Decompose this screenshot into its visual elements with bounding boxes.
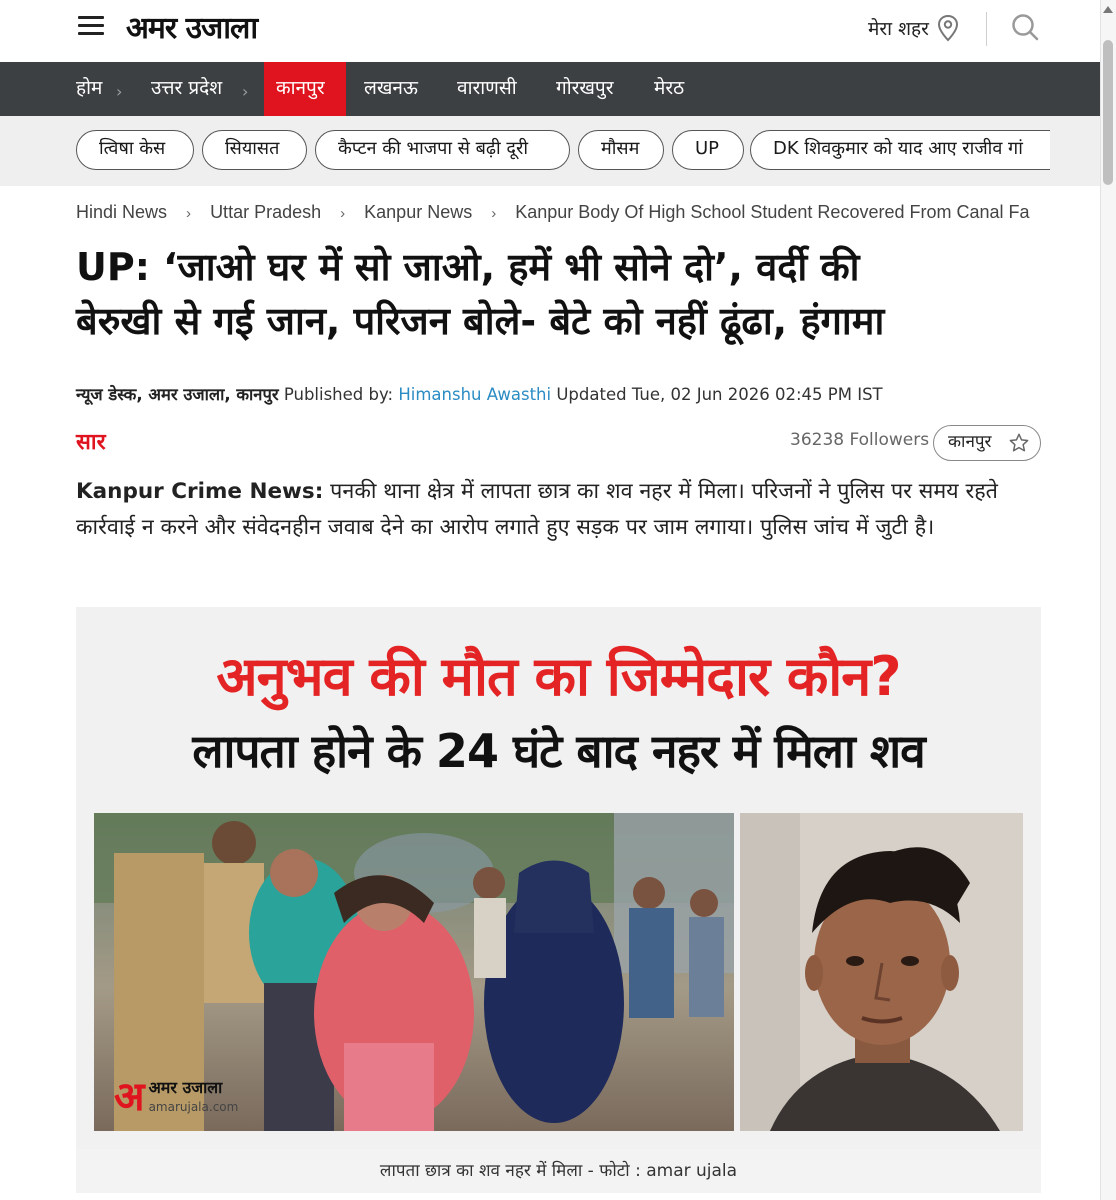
headline-line: बेरुखी से गई जान, परिजन बोले- बेटे को नह… (76, 299, 885, 343)
headline-line: UP: ‘जाओ घर में सो जाओ, हमें भी सोने दो’… (76, 245, 860, 289)
nav-item-gorakhpur[interactable]: गोरखपुर (544, 62, 626, 116)
article-headline: UP: ‘जाओ घर में सो जाओ, हमें भी सोने दो’… (76, 240, 1046, 348)
breadcrumb: Hindi News › Uttar Pradesh › Kanpur News… (76, 202, 1042, 228)
byline-updated: Updated Tue, 02 Jun 2026 02:45 PM IST (556, 385, 883, 404)
victim-portrait (740, 813, 1023, 1131)
nav-item-varanasi[interactable]: वाराणसी (445, 62, 529, 116)
menu-icon[interactable] (78, 16, 104, 36)
chevron-right-icon: › (116, 82, 123, 101)
watermark-text: अमर उजाला amarujala.com (148, 1077, 239, 1116)
image-caption: लापता छात्र का शव नहर में मिला - फोटो : … (76, 1149, 1041, 1193)
chevron-right-icon: › (491, 205, 497, 222)
followers-count: 36238 Followers (790, 430, 930, 450)
summary-lead: Kanpur Crime News: (76, 479, 324, 504)
scroll-up-arrow-icon[interactable] (1103, 6, 1113, 13)
breadcrumb-link[interactable]: Uttar Pradesh (210, 202, 321, 223)
protest-photo: अ अमर उजाला amarujala.com (94, 813, 734, 1131)
breadcrumb-link[interactable]: Hindi News (76, 202, 167, 223)
image-subheadline-text: लापता होने के 24 घंटे बाद नहर में मिला श… (192, 724, 925, 778)
victim-portrait-illustration (740, 813, 1023, 1131)
tag-pill[interactable]: UP (672, 130, 744, 170)
scrollbar-thumb[interactable] (1103, 40, 1113, 185)
main-nav: होम › उत्तर प्रदेश › कानपुर लखनऊ वाराणसी… (0, 62, 1116, 116)
article-image[interactable]: अनुभव की मौत का जिम्मेदार कौन? लापता होन… (76, 607, 1041, 1149)
nav-item-meerut[interactable]: मेरठ (642, 62, 696, 116)
site-header: अमर उजाला मेरा शहर (0, 0, 1116, 62)
follow-city-label: कानपुर (948, 432, 992, 452)
chevron-right-icon: › (242, 82, 249, 101)
my-city-link[interactable]: मेरा शहर (868, 14, 959, 42)
byline-desk: न्यूज डेस्क, अमर उजाला, कानपुर (76, 385, 279, 404)
tag-pill[interactable]: त्विषा केस (76, 130, 194, 170)
watermark-logo-icon: अ (114, 1073, 145, 1120)
tag-pill[interactable]: मौसम (578, 130, 664, 170)
article-byline: न्यूज डेस्क, अमर उजाला, कानपुर Published… (76, 382, 883, 405)
tag-pill[interactable]: कैप्टन की भाजपा से बढ़ी दूरी (315, 130, 570, 170)
nav-item-home[interactable]: होम (64, 62, 114, 116)
trending-tags: त्विषा केस सियासत कैप्टन की भाजपा से बढ़… (0, 116, 1116, 186)
search-icon[interactable] (1010, 12, 1040, 42)
header-divider (986, 12, 987, 46)
chevron-right-icon: › (186, 205, 192, 222)
tag-pill[interactable]: सियासत (202, 130, 307, 170)
nav-item-uttar-pradesh[interactable]: उत्तर प्रदेश (139, 62, 234, 116)
nav-item-lucknow[interactable]: लखनऊ (352, 62, 430, 116)
image-headline-text: अनुभव की मौत का जिम्मेदार कौन? (216, 645, 901, 708)
author-link[interactable]: Himanshu Awasthi (398, 385, 551, 404)
breadcrumb-current: Kanpur Body Of High School Student Recov… (515, 202, 1030, 222)
watermark-name: अमर उजाला (148, 1077, 223, 1097)
location-pin-icon (937, 14, 958, 42)
star-icon (1009, 433, 1029, 452)
follow-city-button[interactable]: कानपुर (933, 425, 1041, 461)
my-city-label: मेरा शहर (868, 18, 929, 40)
summary-label: सार (76, 430, 106, 455)
breadcrumb-link[interactable]: Kanpur News (364, 202, 472, 223)
chevron-right-icon: › (340, 205, 346, 222)
nav-item-kanpur[interactable]: कानपुर (264, 62, 346, 116)
page-scrollbar[interactable] (1100, 0, 1116, 1200)
watermark-url: amarujala.com (148, 1099, 239, 1114)
site-logo[interactable]: अमर उजाला (126, 6, 258, 47)
tag-pill[interactable]: DK शिवकुमार को याद आए राजीव गां (750, 130, 1050, 170)
amar-ujala-watermark: अ अमर उजाला amarujala.com (114, 1077, 238, 1117)
article-summary: Kanpur Crime News: पनकी थाना क्षेत्र में… (76, 474, 1044, 546)
byline-published-label: Published by: (283, 385, 394, 404)
